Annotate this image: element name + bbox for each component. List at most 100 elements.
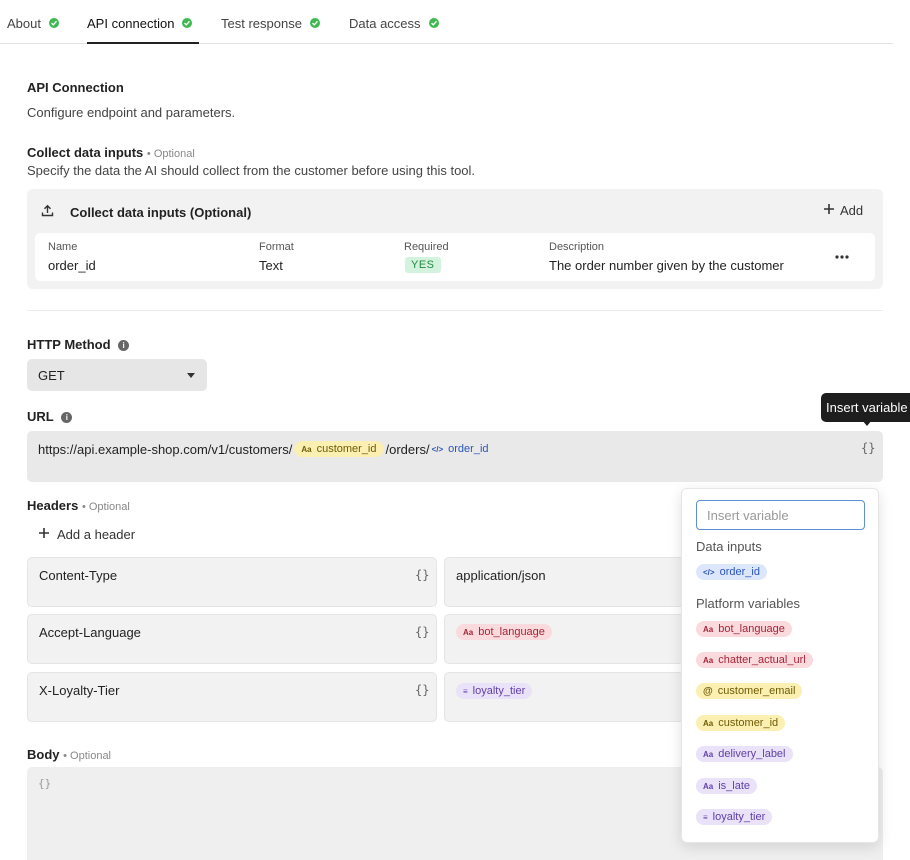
check-icon (48, 18, 59, 28)
variable-option-order-id[interactable]: </> order_id (696, 564, 767, 580)
tab-label: API connection (87, 15, 175, 31)
col-format-header: Format (259, 241, 294, 253)
platform-variables-heading: Platform variables (696, 596, 801, 611)
body-heading: Body • Optional (27, 747, 111, 762)
text-variable-icon: Aa (703, 655, 714, 665)
chip-label: loyalty_tier (712, 811, 766, 823)
insert-variable-icon[interactable]: {} (861, 441, 875, 455)
variable-option-customer-id[interactable]: Aa customer_id (696, 715, 786, 731)
chip-label: customer_email (717, 685, 796, 697)
code-icon: </> (703, 567, 715, 577)
tab-about[interactable]: About (7, 14, 59, 32)
plus-icon (38, 527, 50, 542)
header-key: Accept-Language (39, 625, 141, 640)
chip-label: customer_id (718, 717, 779, 729)
check-icon (309, 18, 320, 28)
variable-chip[interactable]: Aa bot_language (456, 624, 552, 640)
header-value-input[interactable]: Aa bot_language (444, 614, 684, 664)
header-value-input[interactable]: ≡ loyalty_tier (444, 672, 684, 722)
row-description: The order number given by the customer (549, 258, 784, 273)
list-variable-icon: ≡ (703, 812, 708, 822)
tab-label: About (7, 15, 41, 31)
text-variable-icon: Aa (703, 624, 714, 634)
at-icon: @ (703, 685, 713, 697)
header-key: Content-Type (39, 568, 118, 583)
variable-option-loyalty-tier[interactable]: ≡ loyalty_tier (696, 809, 773, 825)
http-method-value: GET (38, 368, 65, 383)
chip-label: is_late (718, 780, 751, 792)
section-title: API Connection (27, 80, 124, 95)
variable-option-bot-language[interactable]: Aa bot_language (696, 621, 792, 637)
http-method-select[interactable]: GET (27, 359, 207, 391)
tab-data-access[interactable]: Data access (349, 14, 439, 32)
tab-label: Test response (221, 15, 302, 31)
row-format: Text (259, 258, 283, 273)
variable-option-chatter-actual-url[interactable]: Aa chatter_actual_url (696, 652, 813, 668)
collect-heading: Collect data inputs • Optional (27, 145, 195, 160)
variable-chip[interactable]: </> order_id (430, 441, 496, 457)
chip-label: chatter_actual_url (718, 654, 806, 666)
info-icon: i (61, 412, 73, 424)
insert-variable-icon[interactable]: {} (415, 625, 429, 639)
url-input[interactable]: https://api.example-shop.com/v1/customer… (27, 431, 883, 482)
data-input-row[interactable]: Name order_id Format Text Required YES D… (35, 233, 875, 281)
chip-label: bot_language (478, 626, 545, 638)
variable-option-customer-email[interactable]: @ customer_email (696, 683, 803, 699)
info-icon: i (118, 340, 130, 352)
add-header-button[interactable]: Add a header (38, 527, 135, 542)
variable-search-input[interactable] (696, 500, 865, 530)
insert-variable-tooltip: Insert variable (821, 393, 910, 422)
collect-data-card: Collect data inputs (Optional) Add Name … (27, 189, 883, 289)
header-key-input[interactable]: Accept-Language {} (27, 614, 437, 664)
text-variable-icon: Aa (703, 718, 714, 728)
variable-chip[interactable]: ≡ loyalty_tier (456, 683, 533, 699)
plus-icon (823, 203, 835, 218)
body-placeholder: {} (38, 777, 52, 790)
url-prefix: https://api.example-shop.com/v1/customer… (38, 441, 293, 457)
row-name: order_id (48, 258, 96, 273)
add-label: Add (840, 203, 864, 218)
tooltip-arrow (862, 420, 872, 426)
add-header-label: Add a header (57, 527, 136, 542)
header-key-input[interactable]: Content-Type {} (27, 557, 437, 607)
collect-description: Specify the data the AI should collect f… (27, 163, 476, 178)
check-icon (182, 18, 193, 28)
http-method-label: HTTP Method (27, 337, 111, 352)
tab-test-response[interactable]: Test response (221, 14, 320, 32)
check-icon (428, 18, 439, 28)
col-description-header: Description (549, 241, 605, 253)
url-value: https://api.example-shop.com/v1/customer… (38, 441, 496, 457)
chip-label: loyalty_tier (472, 685, 526, 697)
chip-label: customer_id (316, 443, 377, 455)
url-heading: URL i (27, 409, 73, 424)
section-subtitle: Configure endpoint and parameters. (27, 105, 236, 120)
url-label: URL (27, 409, 54, 424)
header-key-input[interactable]: X-Loyalty-Tier {} (27, 672, 437, 722)
variable-chip[interactable]: Aa customer_id (294, 441, 384, 457)
body-label: Body (27, 747, 60, 762)
header-value-input[interactable]: application/json (444, 557, 684, 607)
collect-card-title: Collect data inputs (Optional) (70, 205, 252, 220)
more-options-icon[interactable] (834, 250, 850, 267)
text-variable-icon: Aa (463, 627, 474, 637)
variable-option-delivery-label[interactable]: Aa delivery_label (696, 746, 793, 762)
chip-label: delivery_label (718, 748, 786, 760)
tab-label: Data access (349, 15, 421, 31)
chip-label: order_id (448, 443, 489, 455)
insert-variable-icon[interactable]: {} (415, 568, 429, 582)
text-variable-icon: Aa (703, 749, 714, 759)
http-method-heading: HTTP Method i (27, 337, 130, 352)
optional-label: • Optional (146, 148, 195, 160)
header-value: application/json (456, 568, 546, 583)
variable-option-is-late[interactable]: Aa is_late (696, 778, 758, 794)
insert-variable-icon[interactable]: {} (415, 683, 429, 697)
add-input-button[interactable]: Add (823, 203, 863, 218)
header-key: X-Loyalty-Tier (39, 683, 120, 698)
upload-icon (41, 204, 54, 220)
section-divider (27, 310, 883, 311)
active-tab-indicator (87, 42, 199, 44)
url-middle: /orders/ (385, 441, 430, 457)
tab-api-connection[interactable]: API connection (87, 14, 193, 32)
optional-label: • Optional (81, 501, 130, 513)
collect-title: Collect data inputs (27, 145, 144, 160)
